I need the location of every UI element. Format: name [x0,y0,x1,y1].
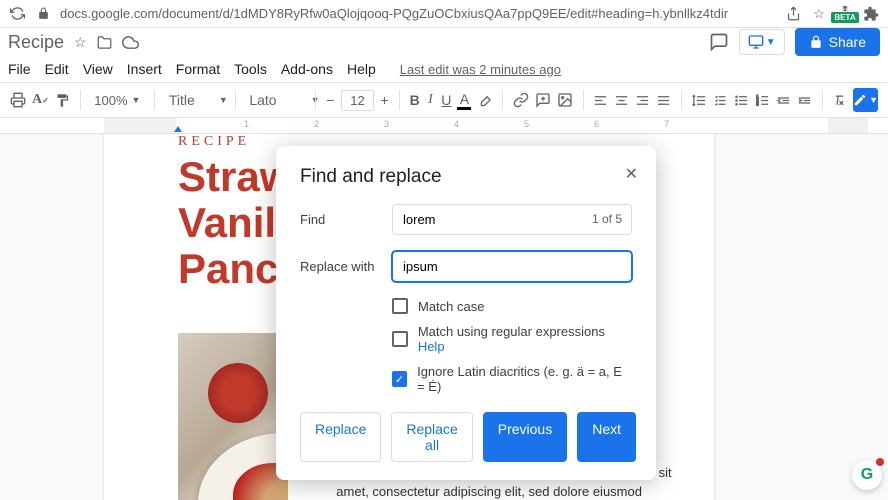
editing-mode-dropdown[interactable]: ▼ [853,88,878,112]
align-right-icon[interactable] [635,89,650,111]
browser-address-bar: docs.google.com/document/d/1dMDY8RyRfw0a… [0,0,888,28]
lock-icon [34,5,52,23]
font-family-dropdown[interactable]: Lato ▼ [245,92,305,108]
align-left-icon[interactable] [593,89,608,111]
menu-insert[interactable]: Insert [127,61,162,77]
bulleted-list-icon[interactable] [734,89,749,111]
menu-view[interactable]: View [83,61,113,77]
formatting-toolbar: A✓ 100% ▼ Title ▼ Lato ▼ − 12 + B I U A … [0,82,888,118]
checklist-icon[interactable] [713,89,728,111]
replace-input[interactable] [392,251,632,282]
paragraph-style-dropdown[interactable]: Title ▼ [165,92,225,108]
match-case-option[interactable]: Match case [392,298,632,314]
text-color-icon[interactable]: A [457,89,471,111]
share-button[interactable]: Share [795,28,880,56]
grammarly-fab-icon[interactable]: G [852,460,882,490]
comments-icon[interactable] [709,32,729,52]
previous-button[interactable]: Previous [483,412,567,462]
star-icon[interactable]: ☆ [74,34,87,51]
menu-addons[interactable]: Add-ons [281,61,333,77]
decrease-font-icon[interactable]: − [326,89,335,111]
diacritics-option[interactable]: ✓ Ignore Latin diacritics (e. g. ä = a, … [392,364,632,394]
regex-option[interactable]: Match using regular expressions Help [392,324,632,354]
bookmark-star-icon[interactable]: ☆ [810,5,828,23]
url-text[interactable]: docs.google.com/document/d/1dMDY8RyRfw0a… [60,6,776,21]
insert-link-icon[interactable] [513,89,529,111]
menu-bar: File Edit View Insert Format Tools Add-o… [0,56,888,82]
checkbox-unchecked-icon[interactable] [392,331,408,347]
font-size-input[interactable]: 12 [341,90,373,111]
cloud-status-icon[interactable] [122,34,139,51]
spellcheck-icon[interactable]: A✓ [32,89,49,111]
underline-icon[interactable]: U [441,89,451,111]
last-edit-link[interactable]: Last edit was 2 minutes ago [400,62,561,77]
dialog-title: Find and replace [300,166,632,188]
replace-all-button[interactable]: Replace all [391,412,472,462]
decrease-indent-icon[interactable] [776,89,791,111]
paint-format-icon[interactable] [55,89,70,111]
document-title[interactable]: Recipe [8,32,64,53]
italic-icon[interactable]: I [426,89,435,111]
align-center-icon[interactable] [614,89,629,111]
bold-icon[interactable]: B [410,89,420,111]
insert-image-icon[interactable] [557,89,573,111]
replace-label: Replace with [300,259,378,274]
increase-indent-icon[interactable] [797,89,812,111]
extensions-puzzle-icon[interactable] [862,5,880,23]
find-label: Find [300,212,378,227]
regex-help-link[interactable]: Help [418,339,445,354]
recipe-image[interactable] [178,333,288,500]
document-titlebar: Recipe ☆ ▼ Share [0,28,888,56]
increase-font-icon[interactable]: + [380,89,389,111]
highlight-color-icon[interactable] [477,89,492,111]
horizontal-ruler[interactable]: 1 2 3 4 5 6 7 [0,118,888,134]
present-dropdown[interactable]: ▼ [739,29,785,55]
menu-help[interactable]: Help [347,61,376,77]
checkbox-unchecked-icon[interactable] [392,298,408,314]
line-spacing-icon[interactable] [692,89,707,111]
svg-text:3: 3 [756,101,759,106]
numbered-list-icon[interactable]: 123 [755,89,770,111]
menu-format[interactable]: Format [176,61,220,77]
checkbox-checked-icon[interactable]: ✓ [392,371,407,387]
zoom-dropdown[interactable]: 100% ▼ [90,93,144,108]
menu-tools[interactable]: Tools [234,61,267,77]
close-icon[interactable]: ✕ [625,164,638,184]
align-justify-icon[interactable] [656,89,671,111]
replace-button[interactable]: Replace [300,412,381,462]
next-button[interactable]: Next [577,412,636,462]
share-url-icon[interactable] [784,5,802,23]
add-comment-icon[interactable] [535,89,551,111]
match-count: 1 of 5 [592,212,622,226]
clear-formatting-icon[interactable] [832,89,847,111]
print-icon[interactable] [10,89,26,111]
menu-file[interactable]: File [8,61,31,77]
move-folder-icon[interactable] [97,35,112,50]
reload-icon[interactable] [8,5,26,23]
find-replace-dialog: Find and replace ✕ Find 1 of 5 Replace w… [276,146,656,480]
share-label: Share [829,34,866,50]
menu-edit[interactable]: Edit [45,61,69,77]
extension-beta-icon[interactable]: BETA [836,5,854,23]
